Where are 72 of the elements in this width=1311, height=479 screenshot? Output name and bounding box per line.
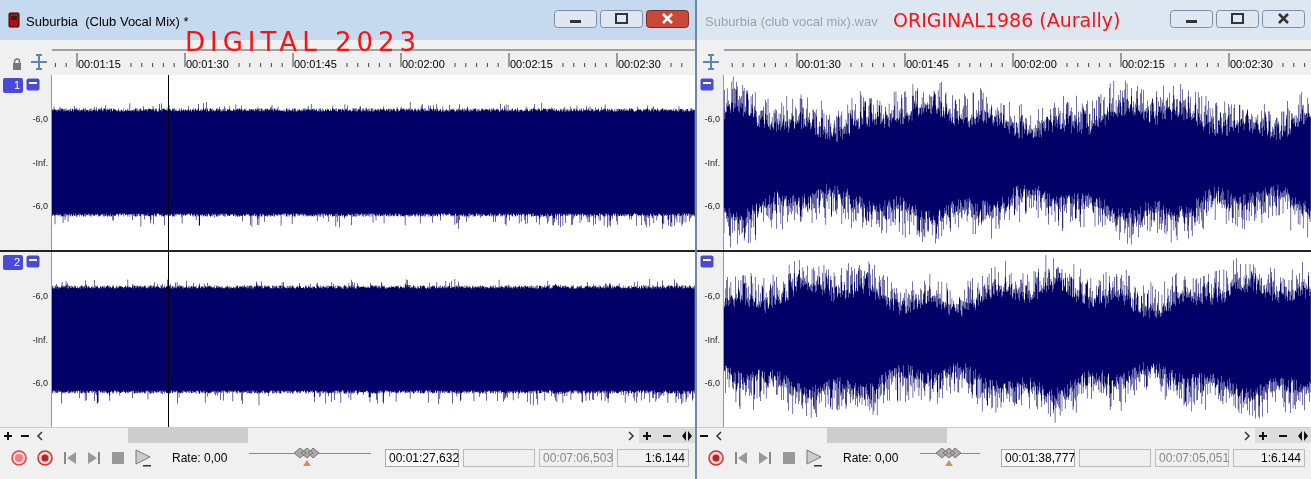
file-icon xyxy=(8,12,20,28)
skip-forward-icon[interactable] xyxy=(86,450,102,466)
rate-label: Rate: 0,00 xyxy=(843,450,899,467)
skip-back-icon[interactable] xyxy=(733,450,749,466)
cursor-tool-icon[interactable] xyxy=(30,54,48,70)
skip-back-icon[interactable] xyxy=(62,450,78,466)
window-title: Suburbia (club vocal mix).wav xyxy=(705,13,878,31)
scrollbar-thumb[interactable] xyxy=(128,428,248,443)
time-label: 00:02:15 xyxy=(1122,58,1165,70)
close-button[interactable] xyxy=(1262,10,1305,28)
time-label: 00:02:30 xyxy=(618,58,661,70)
slider-thumb[interactable] xyxy=(293,448,320,468)
rate-slider[interactable] xyxy=(920,448,981,468)
scale-label: -6,0 xyxy=(32,201,48,212)
time-label: 00:02:30 xyxy=(1230,58,1273,70)
window-title: Suburbia (Club Vocal Mix) * xyxy=(26,13,189,31)
scroll-right-icon[interactable] xyxy=(625,428,637,443)
maximize-button[interactable] xyxy=(600,10,643,28)
play-icon[interactable] xyxy=(805,449,823,467)
handwritten-annotation: ORIGINAL1986 (Aurally) xyxy=(893,11,1121,30)
record-button[interactable] xyxy=(707,449,725,467)
scale-label: -Inf. xyxy=(704,157,720,168)
collapse-button[interactable] xyxy=(26,255,40,268)
record-button[interactable] xyxy=(36,449,54,467)
time-label: 00:01:30 xyxy=(798,58,841,70)
zoom-ratio-field: 1:6.144 xyxy=(617,449,689,467)
channel-button[interactable]: 2 xyxy=(3,255,23,270)
scroll-left-icon[interactable] xyxy=(34,428,46,443)
selection-field xyxy=(1079,449,1151,467)
channel-button[interactable]: 1 xyxy=(3,78,23,93)
maximize-button[interactable] xyxy=(1216,10,1259,28)
position-field: 00:01:38,777 xyxy=(1001,449,1075,467)
scroll-right-icon[interactable] xyxy=(1241,428,1253,443)
scale-label: -6,0 xyxy=(32,290,48,301)
rate-label: Rate: 0,00 xyxy=(172,450,228,467)
time-label: 00:02:00 xyxy=(1014,58,1057,70)
scale-label: -6,0 xyxy=(704,378,720,389)
time-label: 00:02:15 xyxy=(510,58,553,70)
minimize-button[interactable] xyxy=(1170,10,1213,28)
scale-label: -Inf. xyxy=(704,334,720,345)
length-field: 00:07:05,051 xyxy=(1155,449,1229,467)
scale-label: -6,0 xyxy=(32,378,48,389)
collapse-button[interactable] xyxy=(700,255,714,268)
scale-label: -6,0 xyxy=(704,113,720,124)
scrollbar-thumb[interactable] xyxy=(827,428,947,443)
position-field: 00:01:27,632 xyxy=(385,449,459,467)
slider-thumb[interactable] xyxy=(935,448,962,468)
minimize-button[interactable] xyxy=(554,10,597,28)
scroll-left-icon[interactable] xyxy=(713,428,725,443)
scale-label: -6,0 xyxy=(704,290,720,301)
zoom-ratio-field: 1:6.144 xyxy=(1233,449,1305,467)
play-icon[interactable] xyxy=(134,449,152,467)
record-button[interactable] xyxy=(10,449,28,467)
cursor-tool-icon[interactable] xyxy=(702,54,720,70)
collapse-button[interactable] xyxy=(26,78,40,91)
length-field: 00:07:06,503 xyxy=(539,449,613,467)
time-label: 00:02:00 xyxy=(402,58,445,70)
time-label: 00:01:45 xyxy=(294,58,337,70)
time-label: 00:01:30 xyxy=(186,58,229,70)
selection-field xyxy=(463,449,535,467)
rate-slider[interactable] xyxy=(249,448,372,468)
skip-forward-icon[interactable] xyxy=(757,450,773,466)
time-label: 00:01:15 xyxy=(78,58,121,70)
scale-label: -6,0 xyxy=(704,201,720,212)
scale-label: -6,0 xyxy=(32,113,48,124)
lock-icon[interactable] xyxy=(12,58,22,70)
time-label: 00:01:45 xyxy=(906,58,949,70)
scale-label: -Inf. xyxy=(32,157,48,168)
close-button[interactable] xyxy=(646,10,689,28)
scale-label: -Inf. xyxy=(32,334,48,345)
handwritten-annotation: DIGITAL 2023 xyxy=(185,29,422,55)
collapse-button[interactable] xyxy=(700,78,714,91)
